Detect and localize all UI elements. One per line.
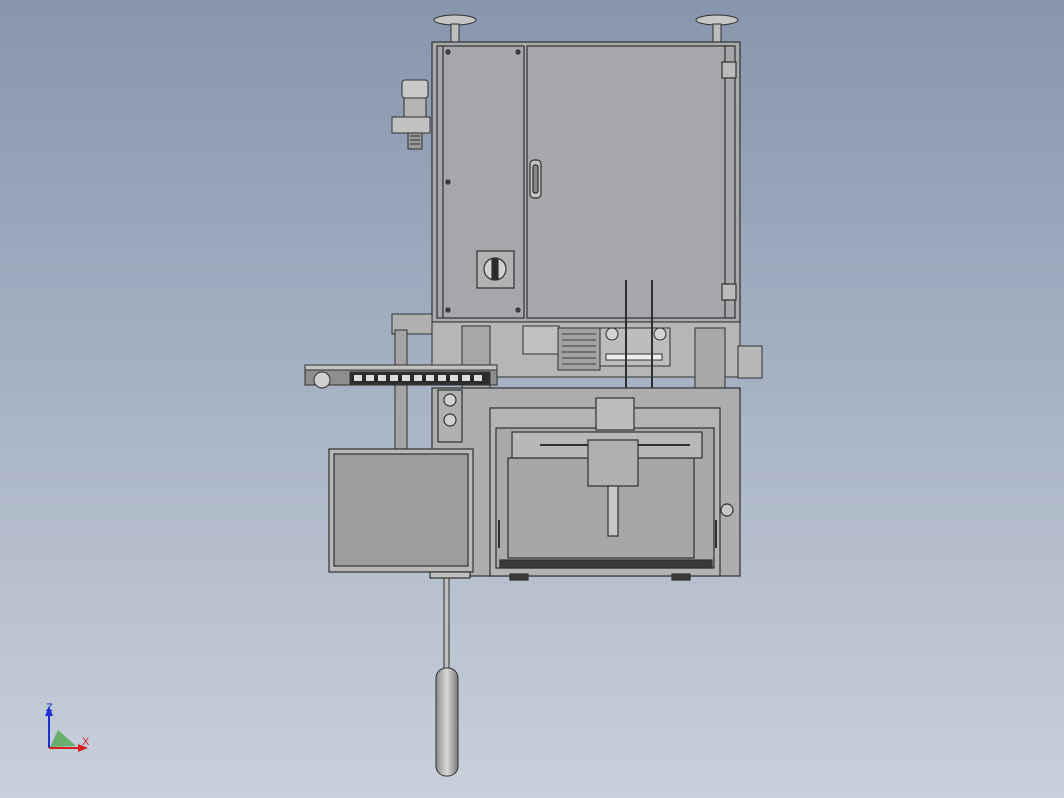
hmi-monitor	[328, 448, 474, 579]
upper-cabinet	[431, 41, 741, 323]
work-enclosure	[431, 387, 741, 581]
pendant-arm	[304, 364, 498, 389]
axis-triad: Z X	[45, 702, 90, 752]
z-axis-label: Z	[46, 702, 53, 714]
hanging-handle	[435, 577, 459, 777]
x-axis-label: X	[82, 736, 90, 748]
top-leveling-feet	[433, 14, 739, 43]
cad-viewport[interactable]: Z X	[0, 0, 1064, 798]
air-regulator	[391, 79, 431, 150]
machine-model-view[interactable]: Z X	[0, 0, 1064, 798]
